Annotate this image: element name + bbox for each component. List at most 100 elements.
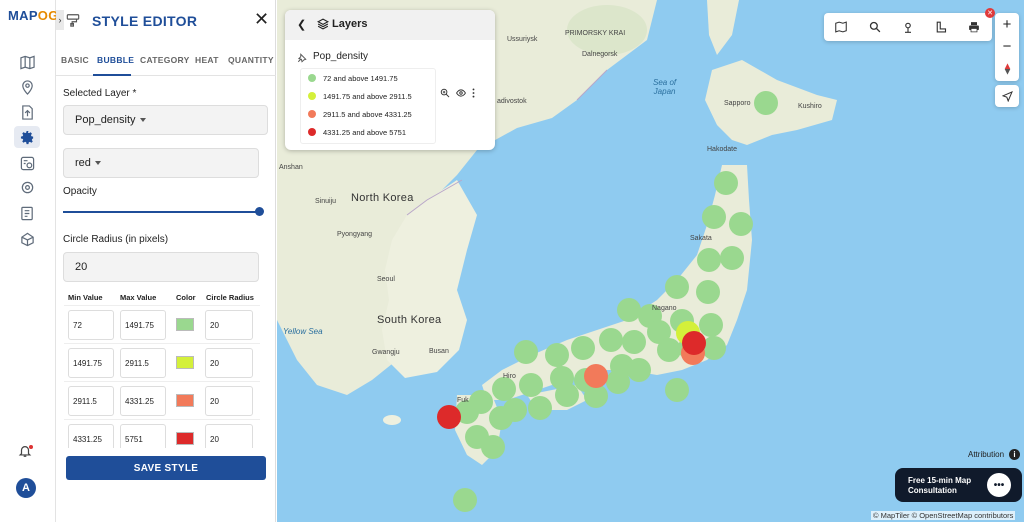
map-label-hakodate: Hakodate <box>707 146 737 153</box>
panel-title: STYLE EDITOR <box>92 13 198 29</box>
navigation-arrow-icon <box>1001 90 1013 102</box>
map-label-primorsky: PRIMORSKY KRAI <box>565 30 626 37</box>
map-label-pyongyang: Pyongyang <box>337 231 373 238</box>
close-button[interactable]: ✕ <box>254 10 269 28</box>
legend-item-label: 2911.5 and above 4331.25 <box>323 109 412 119</box>
col-max-value: Max Value <box>120 293 157 302</box>
gear-icon[interactable] <box>14 126 40 148</box>
opacity-slider-thumb[interactable] <box>255 207 264 216</box>
opacity-slider-track[interactable] <box>63 211 260 213</box>
map-label-kushiro: Kushiro <box>798 103 822 110</box>
map-label-anshan: Anshan <box>279 164 303 171</box>
chevron-down-icon <box>94 161 101 165</box>
color-swatch[interactable] <box>176 394 194 407</box>
map-label-south-korea: South Korea <box>377 314 442 326</box>
map-label-vladivostok: adivostok <box>497 98 527 105</box>
circle-radius-cell-input[interactable]: 20 <box>205 386 253 416</box>
map-credits[interactable]: © MapTiler © OpenStreetMap contributors <box>871 511 1016 520</box>
settings-icon[interactable] <box>14 176 40 198</box>
more-options-icon[interactable] <box>472 88 475 101</box>
map-toolbar <box>824 13 992 41</box>
map-label-sea-of-japan: Sea of Japan <box>653 78 677 96</box>
consultation-banner[interactable]: Free 15-min Map Consultation ••• <box>895 468 1022 502</box>
zoom-out-button[interactable]: − <box>995 35 1019 57</box>
circle-radius-cell-input[interactable]: 20 <box>205 424 253 448</box>
layer-select[interactable]: Pop_density <box>63 105 268 135</box>
min-value-input[interactable]: 2911.5 <box>68 386 114 416</box>
info-icon[interactable]: i <box>1009 449 1020 460</box>
report-icon[interactable] <box>14 202 40 224</box>
color-swatch[interactable] <box>176 356 194 369</box>
tab-quantity[interactable]: QUANTITY <box>228 55 274 65</box>
legend-dot <box>308 110 316 118</box>
panel-header: › STYLE EDITOR ✕ <box>56 0 276 42</box>
map-label-yellow-sea: Yellow Sea <box>283 327 323 336</box>
logo[interactable]: MAPOG <box>8 8 59 23</box>
tab-heat[interactable]: HEAT <box>195 55 219 65</box>
chevron-left-icon[interactable]: ❮ <box>297 18 306 31</box>
color-swatch[interactable] <box>176 432 194 445</box>
paint-brush-icon <box>66 13 80 27</box>
circle-radius-cell-input[interactable]: 20 <box>205 310 253 340</box>
min-value-input[interactable]: 72 <box>68 310 114 340</box>
col-min-value: Min Value <box>68 293 103 302</box>
layer-legend: 72 and above 1491.75 1491.75 and above 2… <box>300 68 436 144</box>
pin-icon[interactable] <box>902 21 914 33</box>
measure-icon[interactable] <box>935 21 947 33</box>
table-row: 1491.75 2911.5 20 <box>64 343 260 381</box>
upload-icon[interactable] <box>14 101 40 123</box>
style-editor-panel: › STYLE EDITOR ✕ BASIC BUBBLE CATEGORY H… <box>56 0 276 522</box>
legend-dot <box>308 92 316 100</box>
tab-category[interactable]: CATEGORY <box>140 55 190 65</box>
circle-radius-input[interactable]: 20 <box>63 252 259 282</box>
zoom-in-button[interactable]: + <box>995 13 1019 35</box>
table-row: 72 1491.75 20 <box>64 305 260 343</box>
active-tab-indicator <box>93 74 131 76</box>
circle-radius-label: Circle Radius (in pixels) <box>63 234 169 245</box>
col-color: Color <box>176 293 196 302</box>
locate-me-button[interactable] <box>995 85 1019 107</box>
save-style-button[interactable]: SAVE STYLE <box>66 456 266 480</box>
layer-select-value: Pop_density <box>75 114 136 126</box>
eye-icon[interactable] <box>455 88 467 101</box>
tab-basic[interactable]: BASIC <box>61 55 89 65</box>
color-scheme-value: red <box>75 157 91 169</box>
chat-icon[interactable]: ••• <box>987 473 1011 497</box>
color-scheme-select[interactable]: red <box>63 148 259 178</box>
max-value-input[interactable]: 2911.5 <box>120 348 166 378</box>
search-icon[interactable] <box>869 21 881 33</box>
style-tabs: BASIC BUBBLE CATEGORY HEAT QUANTITY <box>56 44 276 76</box>
map-icon[interactable] <box>14 51 40 73</box>
min-value-input[interactable]: 4331.25 <box>68 424 114 448</box>
map-label-gwangju: Gwangju <box>372 349 400 356</box>
zoom-controls: + − <box>995 13 1019 81</box>
selected-layer-label: Selected Layer * <box>63 88 137 99</box>
max-value-input[interactable]: 4331.25 <box>120 386 166 416</box>
min-value-input[interactable]: 1491.75 <box>68 348 114 378</box>
circle-radius-cell-input[interactable]: 20 <box>205 348 253 378</box>
logo-main: MAP <box>8 8 38 23</box>
left-rail: MAPOG A <box>0 0 59 522</box>
map-label-sakata: Sakata <box>690 235 712 242</box>
map-label-fuk: Fuk <box>457 397 469 404</box>
layer-name[interactable]: Pop_density <box>313 51 368 62</box>
zoom-to-layer-icon[interactable] <box>440 88 450 101</box>
marker-icon[interactable] <box>14 76 40 98</box>
collapse-panel-button[interactable]: › <box>56 10 64 30</box>
layers-icon <box>317 18 329 30</box>
color-swatch[interactable] <box>176 318 194 331</box>
pin-icon <box>297 52 307 63</box>
print-icon[interactable] <box>968 21 980 33</box>
close-icon[interactable]: ✕ <box>985 8 995 18</box>
analysis-icon[interactable] <box>14 152 40 174</box>
attribution-label[interactable]: Attribution <box>968 450 1004 459</box>
map-book-icon[interactable] <box>835 21 847 33</box>
max-value-input[interactable]: 1491.75 <box>120 310 166 340</box>
max-value-input[interactable]: 5751 <box>120 424 166 448</box>
tab-bubble[interactable]: BUBBLE <box>97 55 134 65</box>
share-icon[interactable] <box>14 228 40 250</box>
compass-icon[interactable] <box>995 58 1019 80</box>
legend-item-label: 1491.75 and above 2911.5 <box>323 91 412 101</box>
avatar[interactable]: A <box>16 478 36 498</box>
legend-item-label: 4331.25 and above 5751 <box>323 127 406 137</box>
